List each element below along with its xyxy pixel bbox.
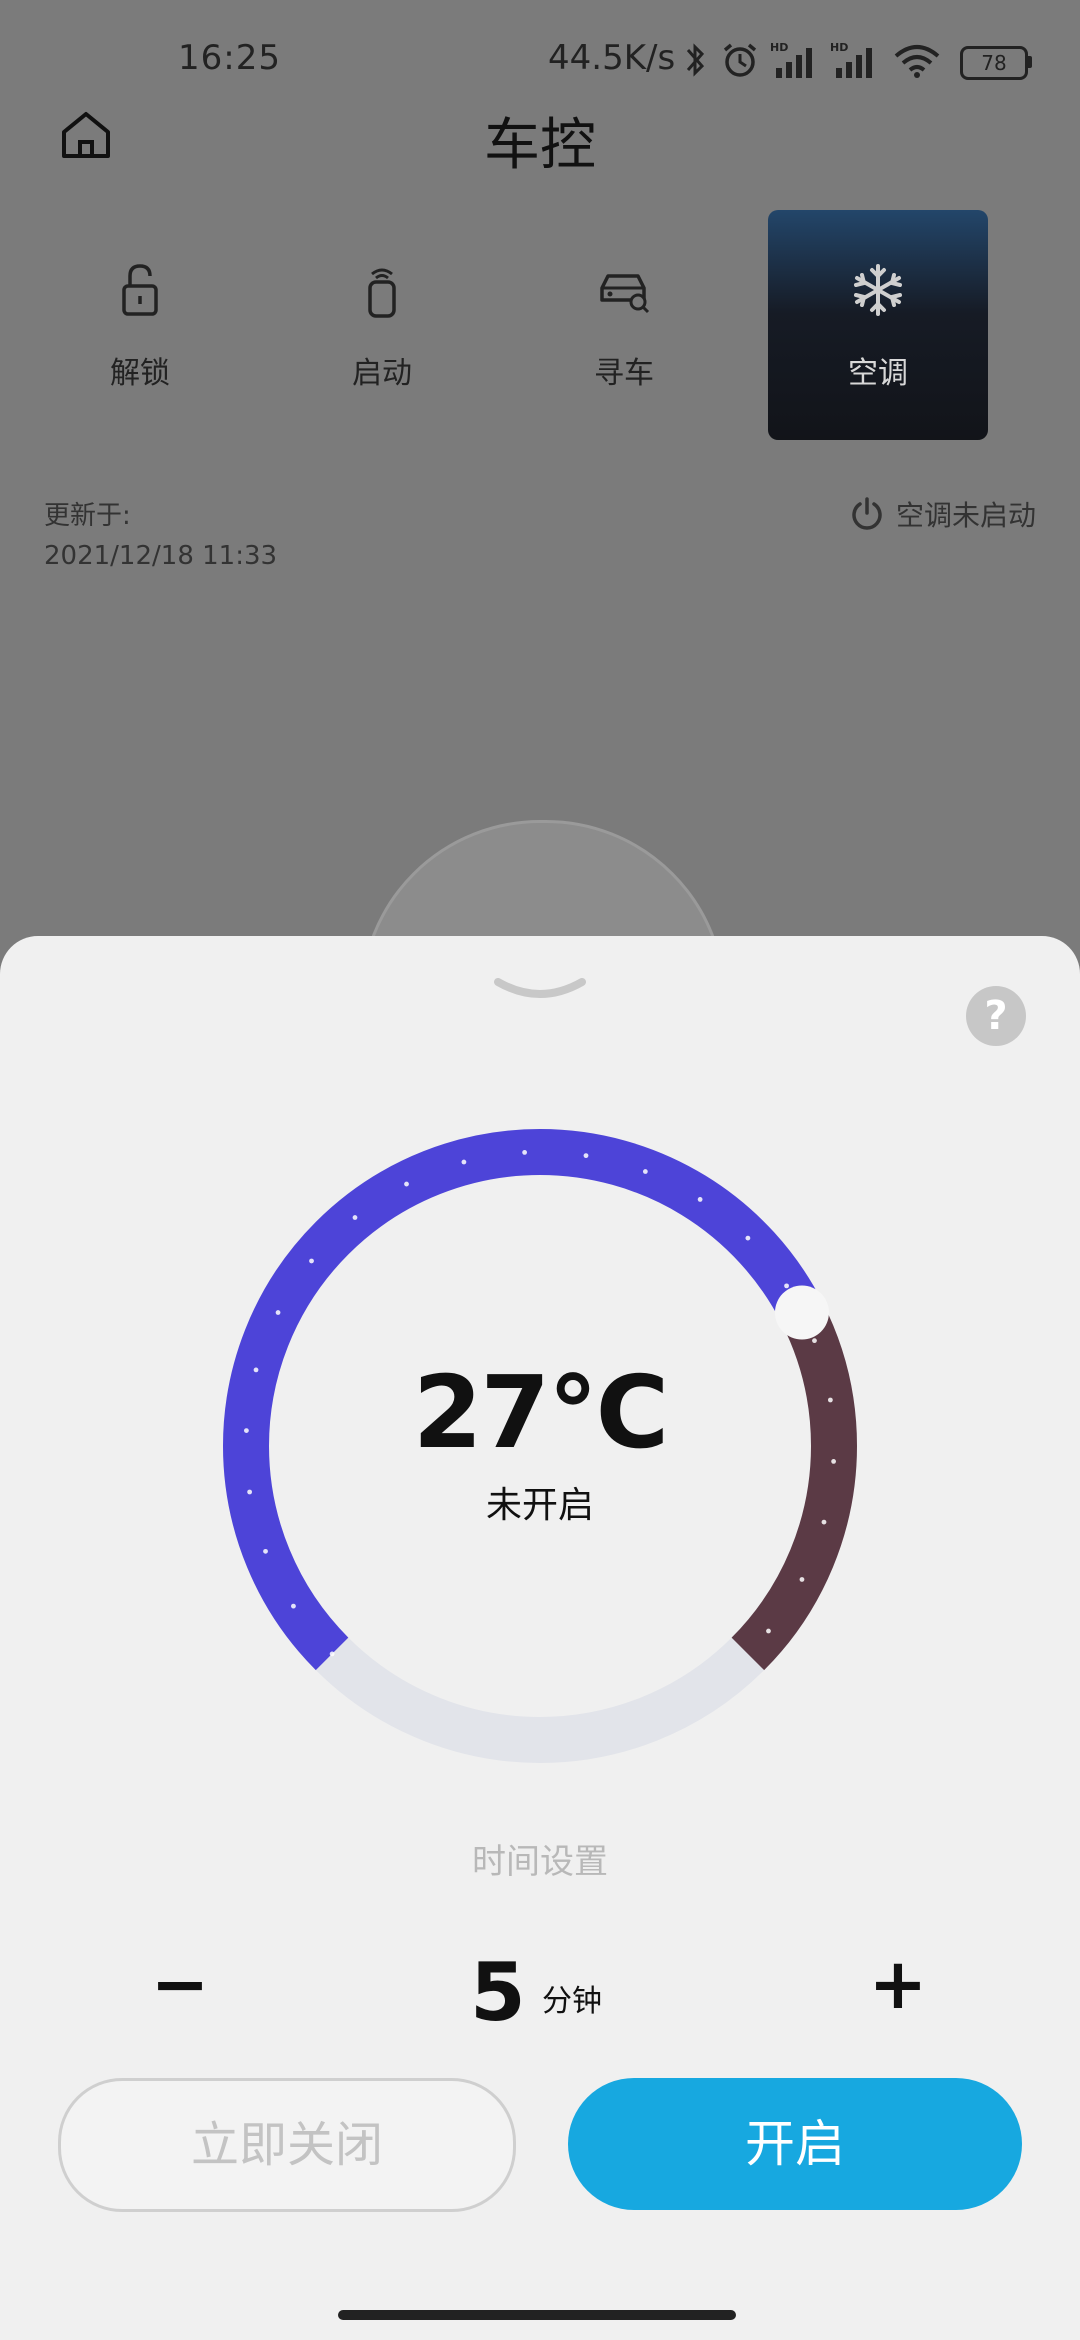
update-label: 更新于: (44, 501, 131, 531)
ac-bottom-sheet: ? 27℃ 未开启 时间设置 − 5 分钟 + 立即关闭 开启 (0, 936, 1080, 2340)
dial-tick (812, 1338, 817, 1344)
start-button[interactable]: 开启 (568, 2078, 1022, 2210)
chevron-down-icon[interactable] (494, 978, 586, 1002)
wifi-icon (894, 45, 940, 78)
dial-tick (745, 1235, 751, 1241)
svg-text:HD: HD (770, 41, 788, 54)
home-indicator (338, 2310, 736, 2320)
update-timestamp: 2021/12/18 11:33 (44, 541, 278, 571)
dial-tick (642, 1169, 648, 1174)
battery-icon: 78 (960, 46, 1028, 80)
control-tiles: 解锁 启动 寻车 空调 (30, 210, 1030, 440)
dial-tick (404, 1181, 409, 1187)
dial-tick (352, 1215, 358, 1220)
dial-tick (309, 1258, 314, 1264)
find-car-button[interactable]: 寻车 (514, 210, 734, 440)
decrease-duration-button[interactable]: − (150, 1949, 210, 2019)
alarm-icon (723, 43, 757, 77)
increase-duration-button[interactable]: + (868, 1949, 928, 2019)
remote-start-button[interactable]: 启动 (272, 210, 492, 440)
time-setting-label: 时间设置 (472, 1842, 608, 1882)
unlock-button[interactable]: 解锁 (30, 210, 250, 440)
dial-tick (799, 1577, 805, 1582)
duration-value: 5 (470, 1946, 526, 2039)
tile-label: 空调 (848, 356, 908, 391)
tile-label: 解锁 (110, 356, 170, 391)
signal-icon: HD (830, 41, 872, 78)
dial-tick (461, 1159, 467, 1165)
tile-label: 寻车 (594, 356, 654, 391)
dial-tick (784, 1283, 789, 1289)
dial-tick (766, 1628, 771, 1634)
status-time: 16:25 (178, 38, 281, 78)
dial-knob[interactable] (774, 1285, 829, 1340)
update-info: 更新于: 2021/12/18 11:33 (44, 496, 277, 576)
find-car-icon (600, 274, 650, 314)
dial-tick (522, 1150, 528, 1155)
unlock-icon (122, 264, 158, 316)
snowflake-icon (854, 264, 902, 316)
tile-label: 启动 (352, 356, 412, 391)
page-title: 车控 (484, 113, 596, 178)
close-now-button[interactable]: 立即关闭 (58, 2078, 516, 2212)
signal-icon: HD (770, 41, 812, 78)
dial-tick (291, 1603, 296, 1609)
dial-tick (583, 1153, 589, 1159)
dial-tick (697, 1197, 703, 1202)
temperature-status: 未开启 (485, 1485, 594, 1526)
remote-start-icon (368, 268, 396, 318)
svg-text:HD: HD (830, 41, 848, 54)
power-icon (852, 497, 882, 530)
air-conditioning-button[interactable]: 空调 (768, 210, 988, 440)
temperature-value: 27℃ (412, 1354, 669, 1471)
dial-tick (275, 1310, 281, 1315)
dial-tick (263, 1548, 268, 1554)
dial-tick (329, 1651, 335, 1657)
battery-tip (1026, 56, 1032, 68)
duration-unit: 分钟 (542, 1984, 602, 2019)
bluetooth-icon (686, 43, 705, 77)
network-speed: 44.5K/s (548, 38, 676, 78)
ac-status: 空调未启动 (848, 494, 1036, 534)
ac-status-text: 空调未启动 (895, 499, 1036, 532)
help-button[interactable]: ? (966, 986, 1026, 1046)
